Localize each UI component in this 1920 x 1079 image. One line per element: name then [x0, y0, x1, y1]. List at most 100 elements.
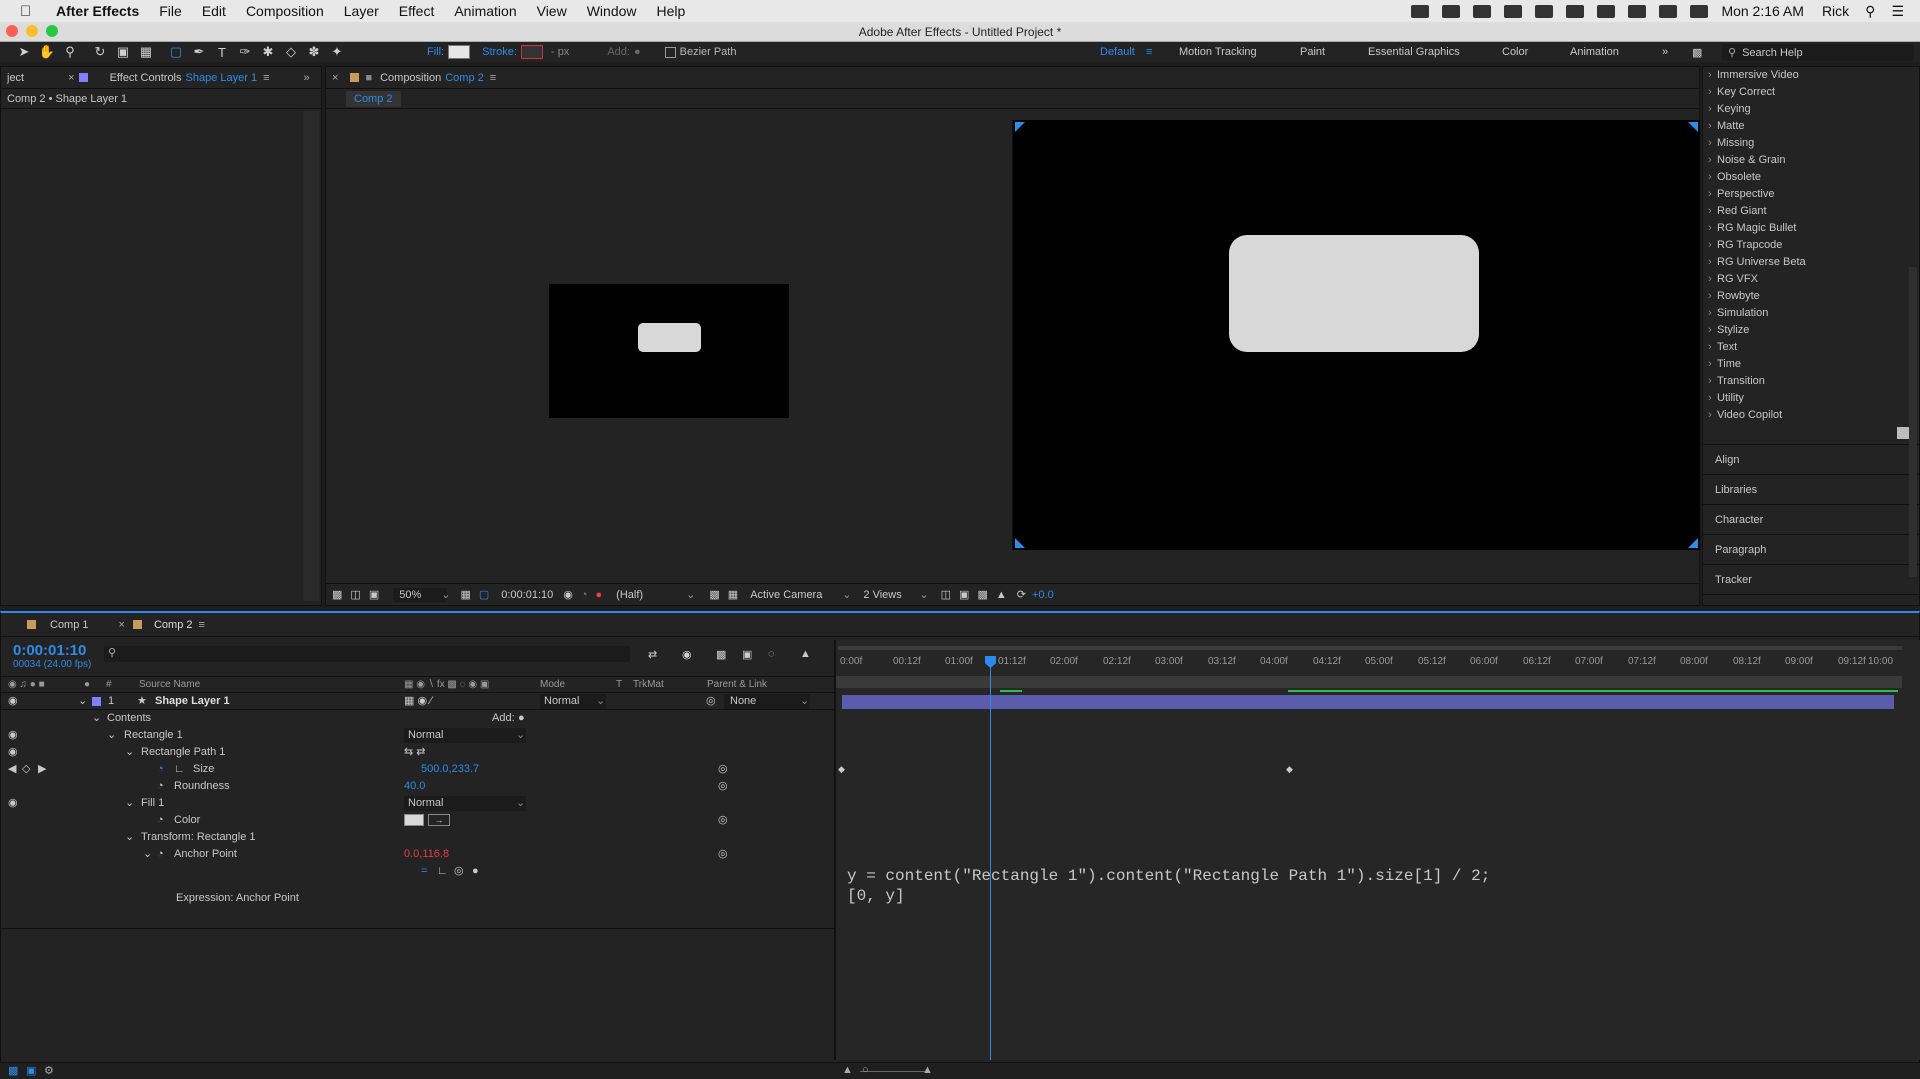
fill-row[interactable]: ◉ ⌄ Fill 1 Normal ⌄ — [0, 795, 834, 812]
panel-menu-icon[interactable]: ≡ — [490, 72, 496, 84]
tab-comp2[interactable]: Comp 2 — [154, 619, 193, 631]
expand-chevron-icon[interactable]: ⌄ — [125, 744, 134, 761]
fill-color-swatch[interactable] — [404, 814, 424, 826]
timeline-search-input[interactable]: ⚲ — [104, 646, 630, 662]
expand-panels-icon[interactable]: » — [304, 72, 310, 84]
dropbox-icon[interactable] — [1473, 4, 1492, 18]
prev-keyframe-icon[interactable]: ◀ — [8, 761, 16, 778]
clock[interactable]: Mon 2:16 AM — [1721, 3, 1804, 19]
expression-language-menu-icon[interactable]: ● — [472, 863, 479, 880]
comp-subtab[interactable]: Comp 2 — [346, 90, 401, 107]
camera-snapshot-icon[interactable]: ◉ — [563, 588, 573, 601]
show-snapshot-icon[interactable]: ◔ — [581, 589, 588, 601]
column-num[interactable]: # — [106, 679, 112, 690]
comp-flowchart-icon[interactable]: ▩ — [977, 588, 987, 601]
transform-row[interactable]: ⌄ Transform: Rectangle 1 — [0, 829, 834, 846]
roundness-row[interactable]: ◔ Roundness 40.0 ◎ — [0, 778, 834, 795]
path-direction-icon[interactable]: ⇆ ⇄ — [404, 744, 426, 761]
user-name[interactable]: Rick — [1822, 3, 1849, 19]
effect-controls-tab-label[interactable]: Effect Controls — [110, 72, 182, 84]
brush-tool-icon[interactable]: ✑ — [235, 44, 255, 60]
zoom-slider-handle[interactable]: ○ — [862, 1064, 869, 1076]
magnification-select[interactable]: 50% — [393, 587, 448, 602]
current-time-indicator[interactable] — [990, 658, 991, 1060]
effect-category[interactable]: Key Correct — [1703, 84, 1919, 101]
transparency-grid-icon[interactable]: ▦ — [728, 588, 738, 601]
menu-view[interactable]: View — [537, 3, 567, 19]
app-menu[interactable]: After Effects — [56, 3, 139, 19]
fast-previews-icon[interactable]: ▩ — [709, 588, 719, 601]
rectangle-tool-icon[interactable]: ▢ — [166, 44, 186, 60]
roundness-value[interactable]: 40.0 — [404, 778, 425, 795]
cloud-icon[interactable] — [1504, 4, 1523, 18]
next-keyframe-icon[interactable]: ▶ — [38, 761, 46, 778]
parent-select[interactable]: None — [724, 694, 810, 709]
monitor-icon[interactable]: ◫ — [350, 588, 360, 601]
libraries-panel[interactable]: Libraries — [1703, 474, 1919, 504]
stroke-width[interactable]: - px — [551, 46, 569, 58]
pickwhip-icon[interactable]: ◎ — [718, 846, 728, 863]
roi-icon[interactable]: ▢ — [479, 588, 489, 601]
close-tab-icon[interactable]: × — [332, 72, 338, 84]
resolution-select[interactable]: (Half) — [616, 589, 686, 601]
memory-icon[interactable] — [1535, 4, 1554, 18]
motion-blur-icon[interactable]: ◌ — [768, 648, 775, 660]
wifi-icon[interactable] — [1628, 4, 1647, 18]
project-tab[interactable]: ject — [7, 72, 24, 84]
bezier-path-checkbox[interactable] — [664, 46, 676, 58]
menu-composition[interactable]: Composition — [246, 3, 324, 19]
column-trkmat[interactable]: TrkMat — [633, 679, 664, 690]
graph-icon[interactable]: ∟ — [174, 761, 185, 778]
frame-blending-icon[interactable]: ▣ — [742, 648, 752, 661]
eyedropper-icon[interactable]: → — [428, 814, 450, 826]
work-area-bar[interactable] — [838, 646, 1902, 650]
volume-icon[interactable] — [1659, 4, 1678, 18]
add-label[interactable]: Add: — [492, 710, 515, 727]
tracker-panel[interactable]: Tracker — [1703, 564, 1919, 594]
left-view-canvas[interactable] — [549, 284, 789, 418]
flowchart-icon[interactable]: ▲ — [996, 589, 1007, 601]
effect-category[interactable]: Noise & Grain — [1703, 152, 1919, 169]
close-window-button[interactable] — [6, 25, 18, 37]
stopwatch-icon[interactable]: ◔ — [157, 812, 164, 829]
visibility-eye-icon[interactable]: ◉ — [8, 693, 18, 710]
grid-icon[interactable]: ▦ — [460, 588, 470, 601]
graph-editor-icon[interactable]: ▲ — [800, 648, 811, 660]
content-aware-fill-panel[interactable]: Content-Aware Fill — [1703, 594, 1919, 605]
notification-center-icon[interactable]: ☰ — [1891, 3, 1904, 20]
layer-row[interactable]: ◉ ⌄ 1 ★ Shape Layer 1 ▦ ◉ ∕ Normal ⌄ ◎ N… — [0, 693, 834, 710]
scrollbar[interactable] — [1909, 267, 1917, 577]
color-row[interactable]: ◔ Color → ◎ — [0, 812, 834, 829]
paragraph-panel[interactable]: Paragraph — [1703, 534, 1919, 564]
workspace-overflow-icon[interactable]: » — [1662, 46, 1668, 58]
comp-mini-flowchart-icon[interactable]: ⇄ — [648, 648, 657, 661]
effect-category[interactable]: Red Giant — [1703, 203, 1919, 220]
effect-category[interactable]: Text — [1703, 339, 1919, 356]
effect-category[interactable]: Utility — [1703, 390, 1919, 407]
viewer-timecode[interactable]: 0:00:01:10 — [501, 589, 553, 601]
expand-chevron-icon[interactable]: ⌄ — [125, 795, 134, 812]
anchor-point-value[interactable]: 0.0,116.8 — [404, 846, 449, 863]
column-t[interactable]: T — [616, 679, 622, 690]
pickwhip-icon[interactable]: ◎ — [706, 693, 716, 710]
add-keyframe-icon[interactable]: ◇ — [22, 761, 30, 778]
visibility-eye-icon[interactable]: ◉ — [8, 795, 18, 812]
effect-controls-layer-name[interactable]: Shape Layer 1 — [186, 72, 258, 84]
effect-category[interactable]: Time — [1703, 356, 1919, 373]
workspace-animation[interactable]: Animation — [1570, 46, 1619, 58]
layer-label-color[interactable] — [92, 697, 101, 706]
menu-animation[interactable]: Animation — [454, 3, 516, 19]
zoom-slider[interactable] — [860, 1071, 930, 1072]
airplay-icon[interactable] — [1566, 4, 1585, 18]
layer-switches-toggle-icon[interactable]: ▩ — [8, 1064, 18, 1077]
stopwatch-icon[interactable]: ◔ — [157, 846, 164, 863]
switches-icon[interactable]: ▦ ◉ ∖ fx ▩ ◌ ◉ ▣ — [404, 679, 489, 690]
size-row[interactable]: ◀ ◇ ▶ ◔ ∟ Size 500.0,233.7 ◎ — [0, 761, 834, 778]
keyframe-icon[interactable]: ◆ — [1286, 764, 1293, 775]
scrollbar[interactable] — [303, 111, 319, 601]
expression-editor-line[interactable]: y = content("Rectangle 1").content("Rect… — [847, 867, 1490, 885]
anchor-point-row[interactable]: ⌄ ◔ Anchor Point 0.0,116.8 ◎ — [0, 846, 834, 863]
selection-tool-icon[interactable]: ➤ — [14, 44, 34, 60]
workspace-menu-icon[interactable]: ≡ — [1146, 46, 1152, 58]
blend-mode-select[interactable]: Normal — [404, 728, 526, 743]
